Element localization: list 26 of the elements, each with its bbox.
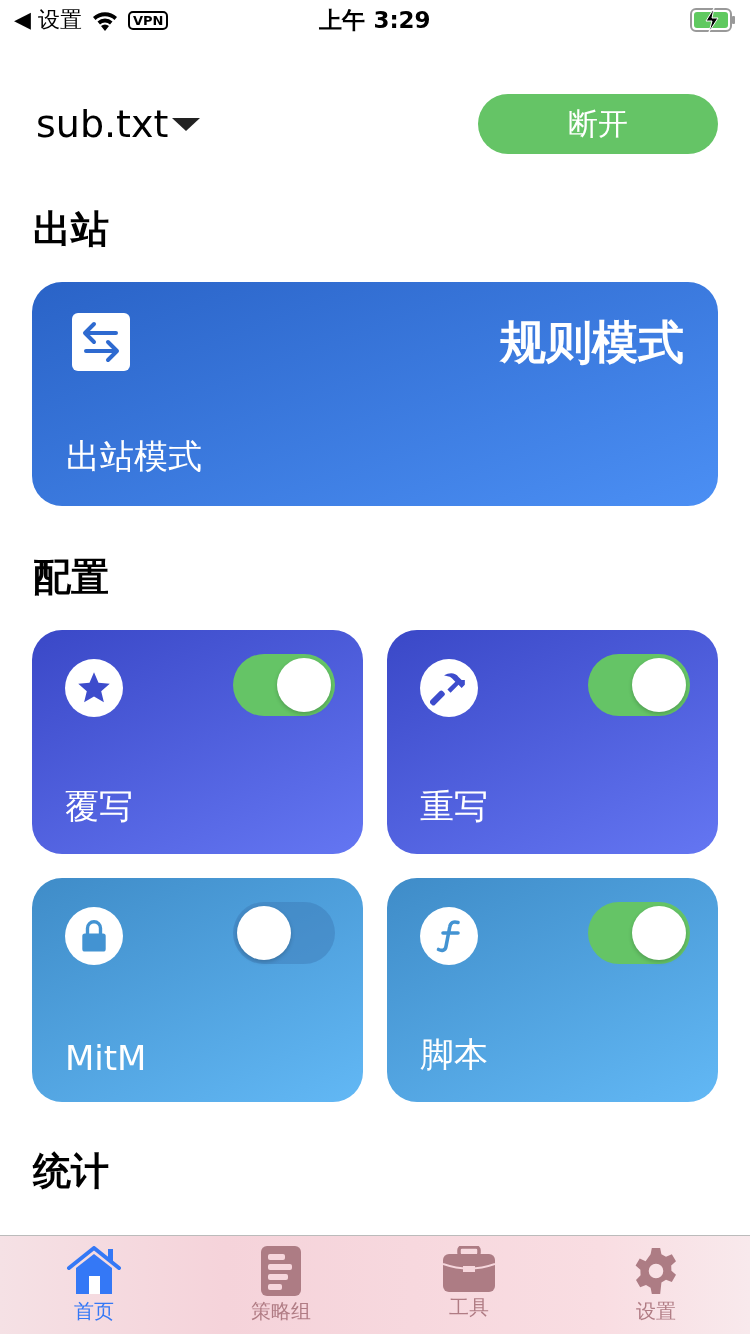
card-label: 覆写	[65, 785, 133, 828]
tab-item[interactable]: 首页	[0, 1236, 188, 1334]
back-link[interactable]: ◀ 设置	[14, 5, 82, 35]
vpn-badge: VPN	[127, 10, 169, 30]
tab-item[interactable]: 设置	[562, 1236, 750, 1334]
card-label: 出站模式	[66, 435, 202, 478]
profile-dropdown[interactable]: sub.txt	[36, 102, 201, 146]
card-label: 脚本	[420, 1033, 488, 1076]
battery-icon	[690, 8, 736, 32]
disconnect-button[interactable]: 断开	[478, 94, 718, 154]
lock-icon	[81, 919, 107, 953]
section-title: 出站	[33, 210, 110, 248]
mode-value: 规则模式	[500, 314, 684, 371]
card-label: MitM	[65, 1038, 147, 1078]
tab-item[interactable]: 策略组	[187, 1236, 375, 1334]
tab-item[interactable]: 工具	[375, 1236, 563, 1334]
card-label: 重写	[420, 785, 488, 828]
document-list-icon	[261, 1246, 302, 1296]
caret-icon	[172, 116, 201, 132]
swap-arrows-icon	[72, 313, 130, 371]
briefcase-icon	[442, 1246, 495, 1292]
section-title: 统计	[33, 1152, 110, 1190]
status-time: 上午 3:29	[319, 5, 431, 35]
home-icon	[65, 1246, 122, 1296]
section-title: 配置	[33, 558, 110, 596]
outbound-mode-card[interactable]: 规则模式 出站模式	[32, 282, 718, 506]
